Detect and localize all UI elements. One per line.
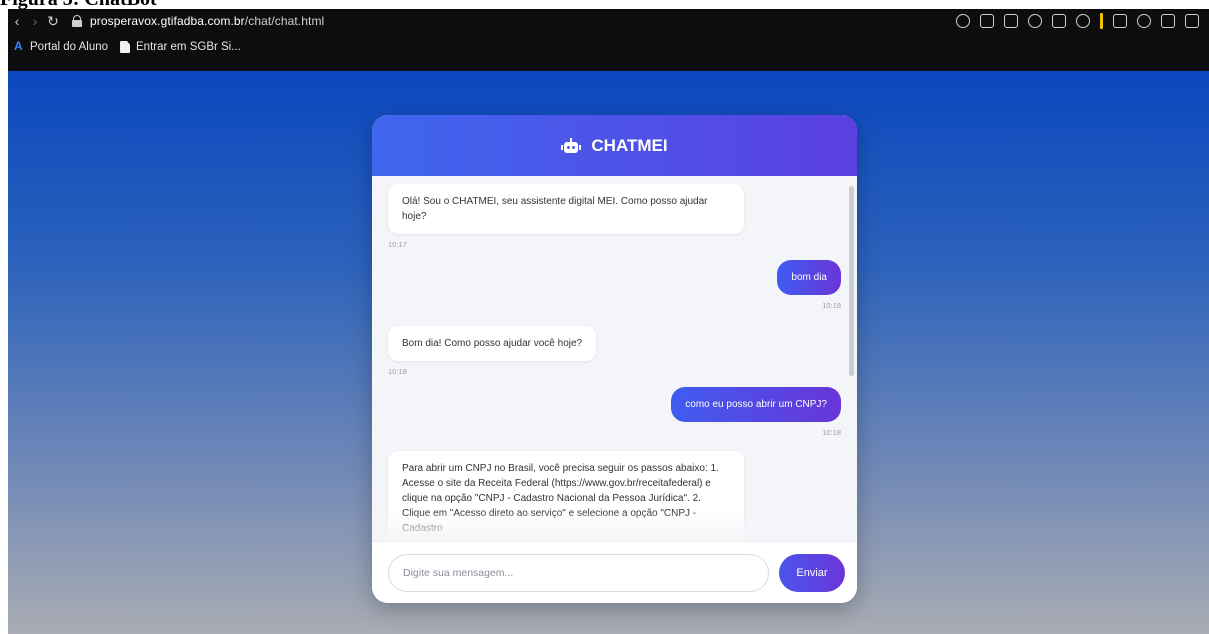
heart-icon[interactable] <box>1076 14 1090 28</box>
url-text: prosperavox.gtifadba.com.br/chat/chat.ht… <box>90 14 325 28</box>
bot-message: Olá! Sou o CHATMEI, seu assistente digit… <box>388 184 744 252</box>
play-icon[interactable] <box>1052 14 1066 28</box>
shield-icon[interactable] <box>1028 14 1042 28</box>
bookmark-sgbr[interactable]: Entrar em SGBr Si... <box>120 41 241 53</box>
lock-icon <box>72 15 82 27</box>
message-bubble: como eu posso abrir um CNPJ? <box>671 387 841 422</box>
message-time: 10:18 <box>388 367 407 376</box>
bookmark-portal-do-aluno[interactable]: Portal do Aluno <box>14 39 109 53</box>
forward-icon[interactable]: › <box>26 9 44 33</box>
message-input[interactable] <box>388 553 769 592</box>
browser-toolbar: ‹ › ↻ prosperavox.gtifadba.com.br/chat/c… <box>8 9 1209 33</box>
zoom-icon[interactable] <box>956 14 970 28</box>
chat-window: CHATMEI Olá! Sou o CHATMEI, seu assisten… <box>372 115 857 603</box>
menu-icon[interactable] <box>1185 14 1199 28</box>
robot-icon <box>561 137 582 154</box>
message-bubble: Bom dia! Como posso ajudar você hoje? <box>388 326 597 361</box>
bookmarks-bar: Portal do Aluno Entrar em SGBr Si... <box>8 33 1209 71</box>
message-time: 10:18 <box>822 428 841 437</box>
chat-title: CHATMEI <box>591 135 668 155</box>
composer: Enviar <box>372 541 857 603</box>
toolbar-divider <box>1100 13 1103 29</box>
profile-icon[interactable] <box>1137 14 1151 28</box>
screenshot-icon[interactable] <box>1004 14 1018 28</box>
scroll-fade <box>372 511 857 541</box>
bookmark-label: Entrar em SGBr Si... <box>136 41 241 53</box>
bot-message: Bom dia! Como posso ajudar você hoje? 10… <box>388 326 597 379</box>
user-message: como eu posso abrir um CNPJ? 10:18 <box>671 387 841 440</box>
message-bubble: Olá! Sou o CHATMEI, seu assistente digit… <box>388 184 744 234</box>
figure-caption: Figura 3: ChatBot <box>0 0 157 9</box>
reload-icon[interactable]: ↻ <box>44 9 62 33</box>
download-icon[interactable] <box>1161 14 1175 28</box>
page-icon <box>120 41 131 53</box>
user-message: bom dia 10:18 <box>777 260 841 313</box>
message-list[interactable]: Olá! Sou o CHATMEI, seu assistente digit… <box>372 176 857 541</box>
message-time: 10:17 <box>388 240 407 249</box>
browser-actions <box>956 13 1209 29</box>
message-bubble: bom dia <box>777 260 841 295</box>
back-icon[interactable]: ‹ <box>8 9 26 33</box>
pin-icon[interactable] <box>980 14 994 28</box>
send-button[interactable]: Enviar <box>779 553 845 592</box>
extensions-icon[interactable] <box>1113 14 1127 28</box>
message-time: 10:18 <box>822 301 841 310</box>
bookmark-label: Portal do Aluno <box>30 41 109 53</box>
scrollbar[interactable] <box>849 186 854 376</box>
page-viewport: CHATMEI Olá! Sou o CHATMEI, seu assisten… <box>8 71 1209 634</box>
chat-header: CHATMEI <box>372 115 857 176</box>
app-logo-icon <box>14 39 24 53</box>
address-bar[interactable]: prosperavox.gtifadba.com.br/chat/chat.ht… <box>72 14 324 28</box>
